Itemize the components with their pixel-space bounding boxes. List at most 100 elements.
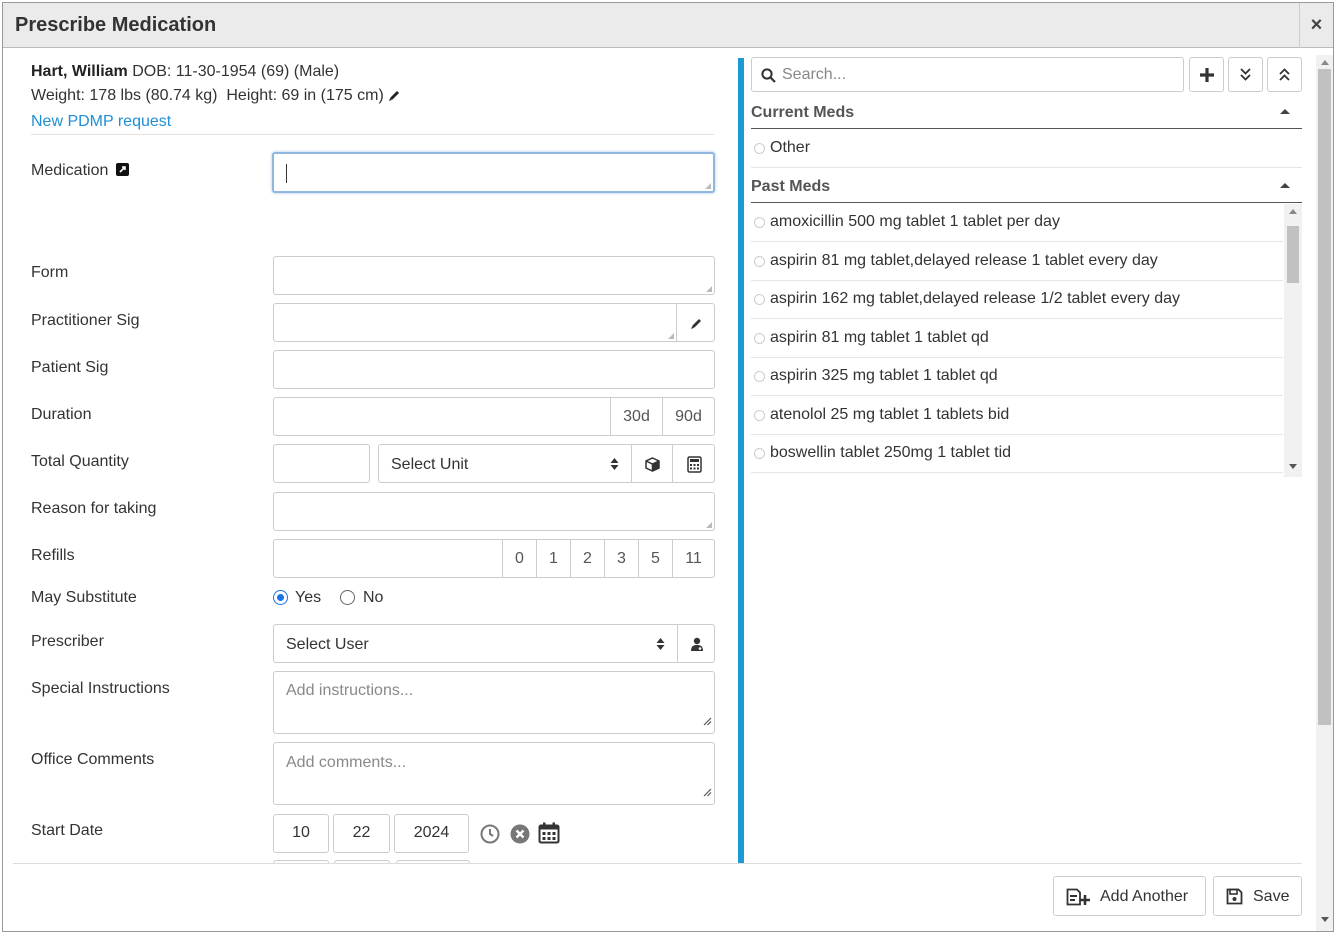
refill-5-button[interactable]: 5 [638, 539, 673, 578]
patient-vitals: Weight: 178 lbs (80.74 kg) Height: 69 in… [31, 87, 384, 104]
resize-grip-icon[interactable] [702, 713, 712, 731]
calculator-button[interactable] [672, 444, 715, 483]
substitute-yes-label[interactable]: Yes [295, 589, 321, 607]
medication-label: Medication [31, 162, 129, 181]
med-name: aspirin 81 mg tablet,delayed release 1 t… [770, 252, 1158, 269]
current-meds-title: Current Meds [751, 104, 855, 121]
sig-edit-button[interactable] [676, 303, 715, 342]
collapse-all-button[interactable] [1267, 57, 1302, 92]
radio-dot [276, 593, 284, 601]
substitute-yes-radio[interactable] [273, 590, 288, 605]
refills-input[interactable] [273, 539, 503, 578]
search-placeholder: Search... [782, 66, 847, 83]
list-item[interactable]: aspirin 162 mg tablet,delayed release 1/… [751, 281, 1283, 319]
unit-box-button[interactable] [631, 444, 673, 483]
radio-icon [754, 371, 765, 382]
substitute-no-label[interactable]: No [363, 589, 383, 607]
add-med-button[interactable] [1189, 57, 1224, 92]
caret-up-icon[interactable] [1280, 183, 1290, 188]
save-button[interactable]: Save [1213, 876, 1302, 916]
pencil-icon [690, 317, 703, 335]
clock-icon[interactable] [480, 824, 500, 849]
prescriber-select[interactable]: Select User [273, 624, 678, 663]
special-instructions-input[interactable]: Add instructions... [273, 671, 715, 734]
form-label: Form [31, 264, 69, 281]
pdmp-request-link[interactable]: New PDMP request [31, 113, 171, 130]
duration-90d-button[interactable]: 90d [662, 397, 715, 436]
med-name: atenolol 25 mg tablet 1 tablets bid [770, 406, 1010, 423]
med-name: amoxicillin 500 mg tablet 1 tablet per d… [770, 213, 1060, 230]
refill-11-button[interactable]: 11 [672, 539, 715, 578]
patient-sig-label: Patient Sig [31, 359, 109, 376]
list-item[interactable]: atenolol 25 mg tablet 1 tablets bid [751, 397, 1283, 435]
reason-input[interactable] [273, 492, 715, 531]
resize-handle[interactable] [705, 183, 711, 189]
list-item[interactable]: aspirin 81 mg tablet,delayed release 1 t… [751, 243, 1283, 281]
scroll-down-arrow-icon[interactable] [1321, 917, 1329, 922]
unit-select-value: Select Unit [391, 456, 469, 473]
list-item[interactable]: amoxicillin 500 mg tablet 1 tablet per d… [751, 204, 1283, 242]
external-link-icon[interactable] [115, 163, 129, 181]
dialog-scrollbar[interactable] [1316, 55, 1333, 931]
close-icon[interactable]: × [1299, 3, 1333, 48]
past-meds-header[interactable]: Past Meds [751, 173, 1302, 203]
sort-icon [610, 457, 619, 476]
past-meds-title: Past Meds [751, 178, 831, 195]
duration-30d-button[interactable]: 30d [610, 397, 663, 436]
double-chevron-up-icon [1278, 67, 1291, 87]
add-another-button[interactable]: Add Another [1053, 876, 1206, 916]
radio-icon [754, 217, 765, 228]
patient-sig-input[interactable] [273, 350, 715, 389]
past-meds-scrollbar[interactable] [1284, 204, 1302, 477]
list-item[interactable]: aspirin 325 mg tablet 1 tablet qd [751, 358, 1283, 396]
list-item[interactable]: Other [751, 130, 1302, 168]
prescription-add-icon [1066, 888, 1090, 911]
add-another-label: Add Another [1100, 888, 1189, 905]
medication-label-text: Medication [31, 162, 109, 179]
current-meds-header[interactable]: Current Meds [751, 99, 1302, 129]
calendar-icon[interactable] [538, 822, 560, 849]
resize-handle[interactable] [668, 333, 674, 339]
unit-select[interactable]: Select Unit [378, 444, 632, 483]
caret-up-icon[interactable] [1280, 109, 1290, 114]
refill-1-button[interactable]: 1 [536, 539, 571, 578]
med-search-input[interactable]: Search... [751, 57, 1184, 92]
medication-input[interactable] [272, 152, 715, 193]
form-input[interactable] [273, 256, 715, 295]
resize-grip-icon[interactable] [702, 784, 712, 802]
resize-handle[interactable] [706, 286, 712, 292]
resize-handle[interactable] [706, 522, 712, 528]
start-day-input[interactable]: 22 [333, 814, 390, 853]
start-month-input[interactable]: 10 [273, 814, 329, 853]
quantity-input[interactable] [273, 444, 370, 483]
office-comments-input[interactable]: Add comments... [273, 742, 715, 805]
instructions-placeholder: Add instructions... [286, 682, 414, 699]
clear-icon[interactable] [510, 824, 530, 849]
refill-0-button[interactable]: 0 [502, 539, 537, 578]
patient-header: Hart, William DOB: 11-30-1954 (69) (Male… [31, 60, 715, 134]
office-comments-label: Office Comments [31, 751, 155, 768]
prescriber-label: Prescriber [31, 633, 104, 650]
start-year-input[interactable]: 2024 [394, 814, 469, 853]
practitioner-sig-input[interactable] [273, 303, 677, 342]
pencil-icon[interactable] [388, 86, 401, 110]
radio-icon [754, 143, 765, 154]
duration-input[interactable] [273, 397, 611, 436]
list-item[interactable]: aspirin 81 mg tablet 1 tablet qd [751, 320, 1283, 358]
substitute-no-radio[interactable] [340, 590, 355, 605]
patient-dob: DOB: 11-30-1954 (69) (Male) [132, 63, 340, 80]
refill-3-button[interactable]: 3 [604, 539, 639, 578]
scroll-thumb[interactable] [1287, 226, 1299, 283]
prescriber-lookup-button[interactable] [677, 624, 715, 663]
scroll-up-arrow-icon[interactable] [1289, 209, 1297, 214]
scroll-up-arrow-icon[interactable] [1321, 60, 1329, 65]
expand-all-button[interactable] [1228, 57, 1263, 92]
search-icon [761, 68, 776, 88]
refill-2-button[interactable]: 2 [570, 539, 605, 578]
footer-divider [13, 863, 1302, 864]
cube-icon [645, 457, 660, 477]
scroll-thumb[interactable] [1318, 69, 1331, 725]
start-date-label: Start Date [31, 822, 104, 839]
scroll-down-arrow-icon[interactable] [1289, 464, 1297, 469]
list-item[interactable]: boswellin tablet 250mg 1 tablet tid [751, 435, 1283, 473]
